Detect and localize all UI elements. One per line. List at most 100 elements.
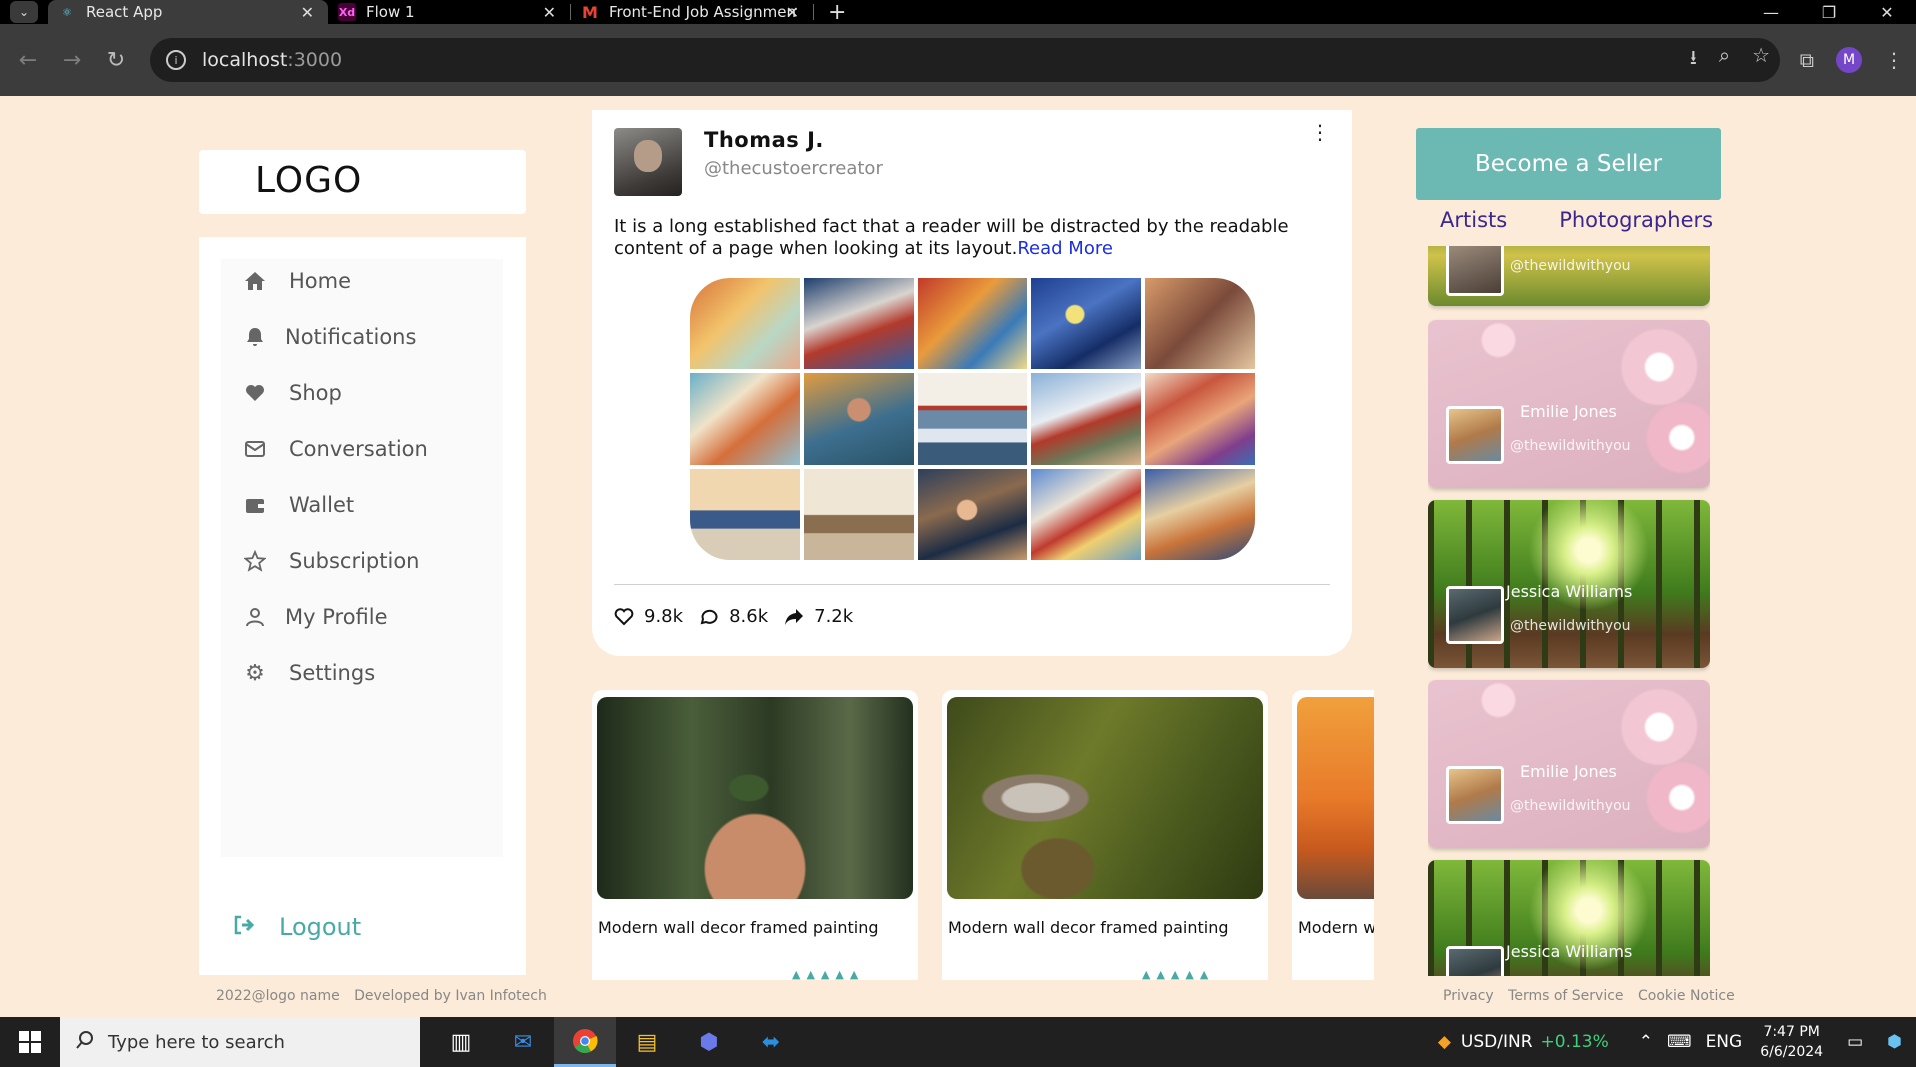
sidebar-item-home[interactable]: Home [243, 269, 351, 293]
post-text: It is a long established fact that a rea… [614, 216, 1314, 260]
chrome-app-icon[interactable] [554, 1017, 616, 1067]
install-app-icon[interactable]: ⭳ [1690, 43, 1697, 77]
sidebar-item-my-profile[interactable]: My Profile [243, 605, 388, 629]
tab-react-app[interactable]: ⚛ React App ✕ [48, 0, 328, 24]
collage-tile [690, 373, 800, 465]
browser-menu-icon[interactable]: ⋮ [1884, 48, 1904, 72]
close-window-icon[interactable]: ✕ [1858, 0, 1916, 24]
logout-button[interactable]: Logout [233, 913, 361, 941]
sidebar-item-conversation[interactable]: Conversation [243, 437, 428, 461]
comment-bubble-icon[interactable] [699, 608, 719, 626]
wallet-icon [243, 493, 267, 517]
copilot-app-icon[interactable]: ⬢ [678, 1017, 740, 1067]
logo-box[interactable]: LOGO [199, 150, 526, 214]
more-options-icon[interactable]: ⋮ [1310, 122, 1330, 142]
creator-handle: @thewildwithyou [1510, 438, 1631, 454]
tab-search-button[interactable]: ⌄ [0, 0, 48, 24]
creator-card[interactable]: Emilie Jones @thewildwithyou [1428, 680, 1710, 848]
post-image-collage[interactable] [690, 278, 1255, 560]
creator-list[interactable]: @thewildwithyou Emilie Jones @thewildwit… [1428, 246, 1710, 976]
author-name[interactable]: Thomas J. [704, 128, 824, 152]
creator-handle: @thewildwithyou [1510, 258, 1631, 274]
close-icon[interactable]: ✕ [786, 3, 799, 22]
language-indicator[interactable]: ENG [1706, 1032, 1743, 1052]
read-more-link[interactable]: Read More [1017, 238, 1113, 259]
like-heart-icon[interactable] [614, 607, 634, 626]
star-icon [243, 549, 267, 573]
ticker-change: +0.13% [1540, 1032, 1609, 1052]
likes-count: 9.8k [644, 606, 684, 627]
extensions-puzzle-icon[interactable]: ⧉ [1800, 48, 1814, 72]
become-seller-button[interactable]: Become a Seller [1416, 128, 1721, 200]
sidebar-item-shop[interactable]: Shop [243, 381, 342, 405]
tab-photographers[interactable]: Photographers [1559, 208, 1713, 232]
ticker-label[interactable]: USD/INR [1461, 1032, 1533, 1052]
address-bar[interactable]: i localhost:3000 ⭳ ⌕ ☆ [150, 38, 1780, 82]
chevron-up-icon[interactable]: ⌃ [1639, 1032, 1653, 1052]
profile-avatar[interactable]: M [1836, 47, 1862, 73]
privacy-link[interactable]: Privacy [1443, 988, 1494, 1004]
creator-card[interactable]: Emilie Jones @thewildwithyou [1428, 320, 1710, 488]
search-icon [76, 1030, 94, 1054]
tab-gmail[interactable]: M Front-End Job Assignment - Re ✕ [571, 0, 813, 24]
author-avatar[interactable] [614, 128, 682, 196]
close-icon[interactable]: ✕ [301, 3, 314, 22]
url-port: :3000 [287, 49, 343, 71]
product-card[interactable]: Modern wall decor framed painting ▲▲▲▲▲ [942, 690, 1268, 980]
notification-center-icon[interactable]: ▭ [1847, 1032, 1863, 1052]
stock-chart-icon: ◆ [1437, 1032, 1451, 1052]
copilot-tray-icon[interactable]: ⬢ [1887, 1032, 1902, 1052]
share-arrow-icon[interactable] [784, 608, 804, 626]
taskbar-search[interactable]: Type here to search [60, 1017, 420, 1067]
vscode-app-icon[interactable]: ⬌ [740, 1017, 802, 1067]
sidebar-item-wallet[interactable]: Wallet [243, 493, 354, 517]
creator-card[interactable]: @thewildwithyou [1428, 246, 1710, 306]
sidebar-item-label: My Profile [285, 605, 388, 629]
product-card[interactable]: Modern w [1292, 690, 1374, 980]
product-carousel[interactable]: Modern wall decor framed painting ▲▲▲▲▲ … [592, 690, 1374, 980]
keyboard-icon[interactable]: ⌨ [1667, 1032, 1692, 1052]
sidebar-item-notifications[interactable]: Notifications [243, 325, 416, 349]
footer-links: Privacy Terms of Service Cookie Notice [1433, 988, 1735, 1004]
creator-card[interactable]: Jessica Williams [1428, 860, 1710, 976]
xd-icon: Xd [338, 3, 356, 21]
taskbar-apps: ▥ ✉ ▤ ⬢ ⬌ [430, 1017, 802, 1067]
terms-link[interactable]: Terms of Service [1508, 988, 1623, 1004]
minimize-icon[interactable]: — [1742, 0, 1800, 24]
post-stats: 9.8k 8.6k 7.2k [614, 606, 869, 627]
bookmark-star-icon[interactable]: ☆ [1752, 43, 1770, 77]
clock[interactable]: 7:47 PM 6/6/2024 [1760, 1022, 1823, 1062]
browser-toolbar: ← → ↻ i localhost:3000 ⭳ ⌕ ☆ ⧉ M ⋮ [0, 24, 1916, 96]
file-explorer-icon[interactable]: ▤ [616, 1017, 678, 1067]
site-info-icon[interactable]: i [166, 50, 186, 70]
collage-tile [803, 468, 914, 560]
chevron-down-icon: ⌄ [10, 1, 38, 23]
creator-card[interactable]: Jessica Williams @thewildwithyou [1428, 500, 1710, 668]
restore-icon[interactable]: ❐ [1800, 0, 1858, 24]
windows-start-icon[interactable] [0, 1031, 60, 1053]
collage-tile [803, 373, 914, 465]
collage-tile [1031, 468, 1142, 560]
new-tab-plus-icon[interactable]: + [828, 0, 846, 25]
reload-icon[interactable]: ↻ [94, 48, 138, 73]
creator-avatar [1446, 766, 1504, 824]
logo-text: LOGO [255, 160, 363, 201]
back-arrow-icon[interactable]: ← [6, 48, 50, 73]
task-view-icon[interactable]: ▥ [430, 1017, 492, 1067]
sidebar-item-label: Conversation [289, 437, 428, 461]
close-icon[interactable]: ✕ [543, 3, 556, 22]
tab-artists[interactable]: Artists [1440, 208, 1507, 232]
creator-name: Emilie Jones [1520, 402, 1617, 421]
mail-app-icon[interactable]: ✉ [492, 1017, 554, 1067]
forward-arrow-icon[interactable]: → [50, 48, 94, 73]
collage-tile [1031, 278, 1142, 370]
sidebar-item-settings[interactable]: ⚙ Settings [243, 661, 375, 686]
search-placeholder: Type here to search [108, 1031, 285, 1053]
tab-separator [813, 4, 814, 20]
sidebar-item-subscription[interactable]: Subscription [243, 549, 419, 573]
cookie-link[interactable]: Cookie Notice [1638, 988, 1735, 1004]
sidebar-item-label: Notifications [285, 325, 417, 349]
tab-flow-1[interactable]: Xd Flow 1 ✕ [328, 0, 570, 24]
product-card[interactable]: Modern wall decor framed painting ▲▲▲▲▲ [592, 690, 918, 980]
zoom-icon[interactable]: ⌕ [1719, 43, 1730, 77]
